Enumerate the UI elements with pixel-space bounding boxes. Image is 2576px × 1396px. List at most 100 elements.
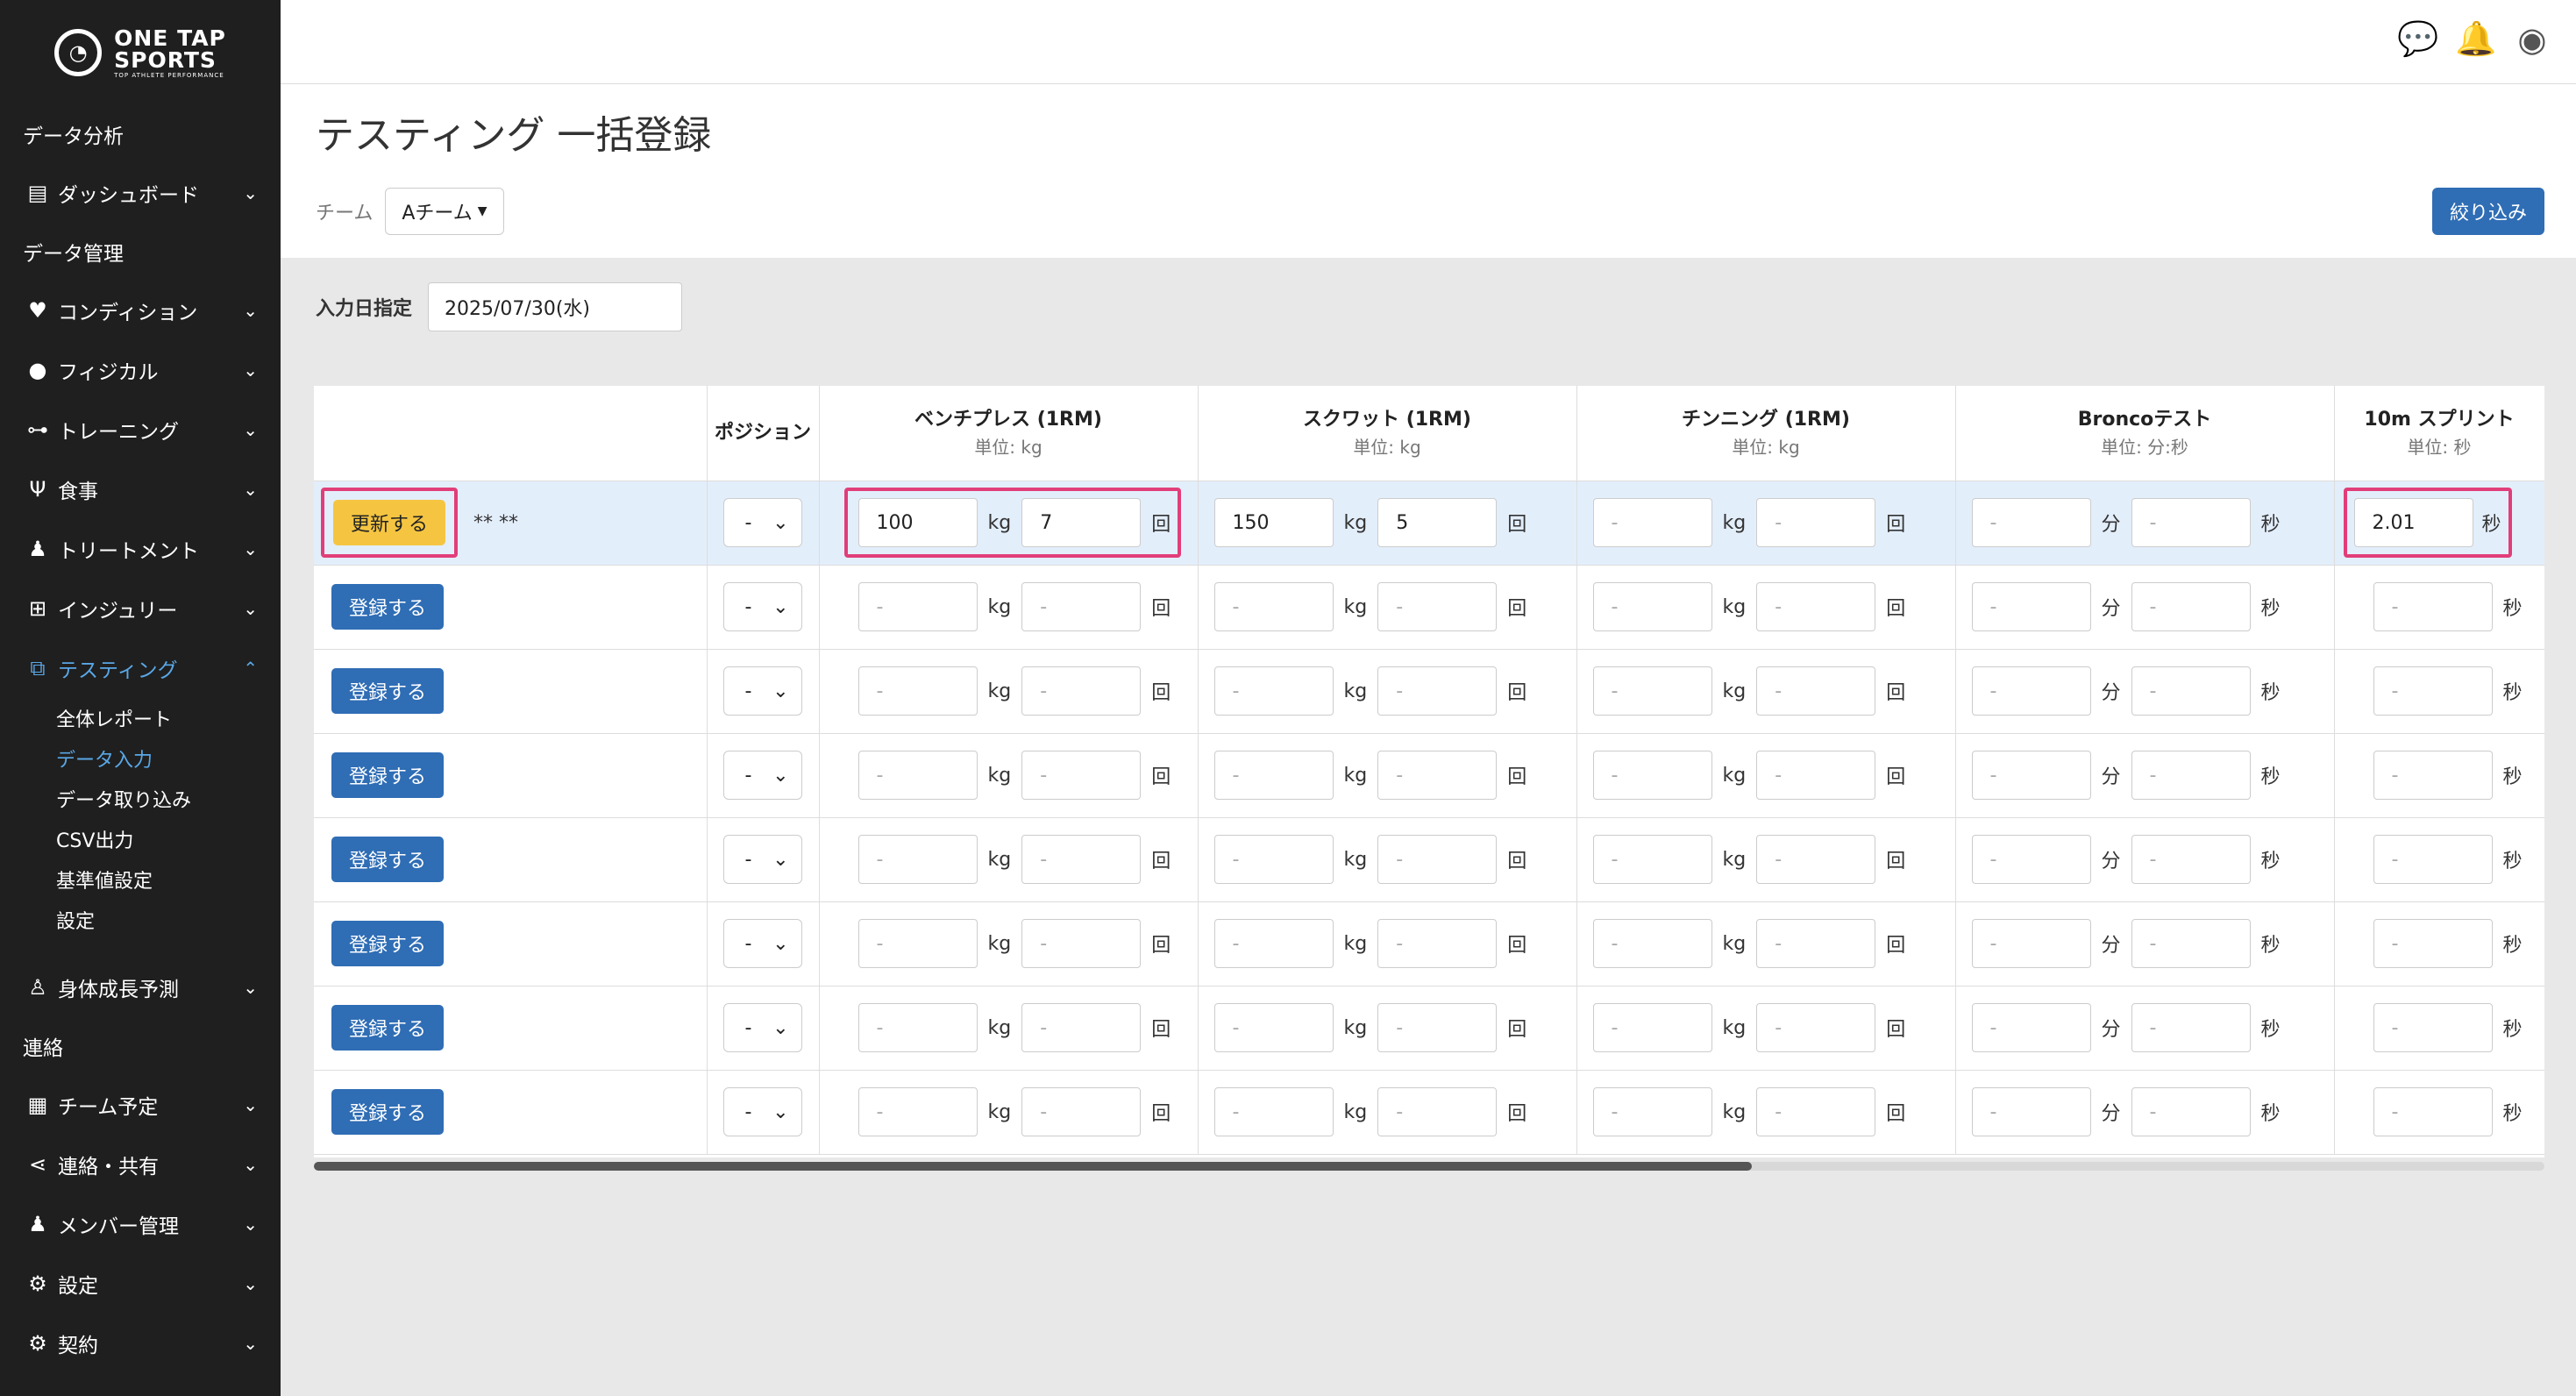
sidebar-subitem-data-entry[interactable]: データ入力 (0, 738, 281, 779)
chat-icon[interactable]: 💬 (2397, 19, 2438, 59)
sidebar-item-contact-share[interactable]: ⋖ 連絡・共有 ⌄ (0, 1135, 281, 1194)
bronco-min-input[interactable]: - (1971, 919, 2091, 968)
sprint-sec-input[interactable]: - (2373, 1003, 2493, 1052)
register-button[interactable]: 登録する (331, 837, 445, 882)
sidebar-item-dashboard[interactable]: ▤ ダッシュボード ⌄ (0, 163, 281, 223)
sprint-sec-input[interactable]: - (2373, 919, 2493, 968)
bronco-min-input[interactable]: - (1971, 498, 2091, 547)
chinning-kg-input[interactable]: - (1592, 919, 1712, 968)
squat-kg-input[interactable]: 150 (1213, 498, 1334, 547)
sprint-sec-input[interactable]: - (2373, 835, 2493, 884)
sidebar-subitem-csv-export[interactable]: CSV出力 (0, 819, 281, 859)
bronco-sec-input[interactable]: - (2131, 498, 2251, 547)
chinning-kg-input[interactable]: - (1592, 1087, 1712, 1136)
squat-reps-input[interactable]: - (1377, 582, 1498, 631)
sidebar-item-treatment[interactable]: ♟ トリートメント ⌄ (0, 519, 281, 579)
bell-icon[interactable]: 🔔 (2455, 19, 2496, 59)
sidebar-subitem-baseline-settings[interactable]: 基準値設定 (0, 859, 281, 900)
sidebar-item-settings[interactable]: ⚙ 設定 ⌄ (0, 1254, 281, 1314)
sidebar-item-growth[interactable]: ♙ 身体成長予測 ⌄ (0, 958, 281, 1017)
bronco-sec-input[interactable]: - (2131, 582, 2251, 631)
chinning-reps-input[interactable]: - (1756, 751, 1876, 800)
position-select[interactable]: - ⌄ (722, 751, 802, 800)
squat-reps-input[interactable]: - (1377, 835, 1498, 884)
scrollbar-thumb[interactable] (314, 1162, 1752, 1171)
bronco-min-input[interactable]: - (1971, 835, 2091, 884)
bench-kg-input[interactable]: - (857, 751, 978, 800)
chinning-reps-input[interactable]: - (1756, 1003, 1876, 1052)
chinning-reps-input[interactable]: - (1756, 835, 1876, 884)
bench-kg-input[interactable]: - (857, 835, 978, 884)
sprint-sec-input[interactable]: - (2373, 751, 2493, 800)
bench-reps-input[interactable]: 7 (1021, 498, 1142, 547)
chinning-kg-input[interactable]: - (1592, 835, 1712, 884)
squat-reps-input[interactable]: - (1377, 666, 1498, 716)
chinning-reps-input[interactable]: - (1756, 498, 1876, 547)
sidebar-item-training[interactable]: ⊶ トレーニング ⌄ (0, 400, 281, 459)
bench-kg-input[interactable]: - (857, 582, 978, 631)
bronco-sec-input[interactable]: - (2131, 1087, 2251, 1136)
bench-reps-input[interactable]: - (1021, 751, 1142, 800)
bench-reps-input[interactable]: - (1021, 1003, 1142, 1052)
bronco-min-input[interactable]: - (1971, 666, 2091, 716)
bronco-min-input[interactable]: - (1971, 582, 2091, 631)
register-button[interactable]: 登録する (331, 1005, 445, 1051)
sidebar-item-condition[interactable]: ♥ コンディション ⌄ (0, 281, 281, 340)
squat-reps-input[interactable]: 5 (1377, 498, 1498, 547)
chinning-kg-input[interactable]: - (1592, 498, 1712, 547)
register-button[interactable]: 登録する (331, 921, 445, 966)
sidebar-item-testing[interactable]: ⧉ テスティング ⌃ (0, 638, 281, 698)
position-select[interactable]: - ⌄ (722, 835, 802, 884)
bronco-sec-input[interactable]: - (2131, 666, 2251, 716)
bench-kg-input[interactable]: - (857, 1003, 978, 1052)
chinning-kg-input[interactable]: - (1592, 1003, 1712, 1052)
bench-reps-input[interactable]: - (1021, 1087, 1142, 1136)
bench-reps-input[interactable]: - (1021, 919, 1142, 968)
bench-kg-input[interactable]: 100 (857, 498, 978, 547)
sprint-sec-input[interactable]: - (2373, 666, 2493, 716)
squat-kg-input[interactable]: - (1213, 666, 1334, 716)
bronco-min-input[interactable]: - (1971, 1003, 2091, 1052)
squat-kg-input[interactable]: - (1213, 751, 1334, 800)
sprint-sec-input[interactable]: - (2373, 582, 2493, 631)
squat-kg-input[interactable]: - (1213, 835, 1334, 884)
sidebar-item-team-schedule[interactable]: ▦ チーム予定 ⌄ (0, 1075, 281, 1135)
horizontal-scrollbar[interactable] (314, 1162, 2544, 1171)
position-select[interactable]: - ⌄ (722, 666, 802, 716)
update-button[interactable]: 更新する (333, 500, 446, 545)
chinning-reps-input[interactable]: - (1756, 919, 1876, 968)
bronco-sec-input[interactable]: - (2131, 919, 2251, 968)
position-select[interactable]: - ⌄ (722, 582, 802, 631)
squat-kg-input[interactable]: - (1213, 919, 1334, 968)
position-select[interactable]: - ⌄ (722, 498, 802, 547)
bench-reps-input[interactable]: - (1021, 582, 1142, 631)
position-select[interactable]: - ⌄ (722, 919, 802, 968)
chinning-reps-input[interactable]: - (1756, 1087, 1876, 1136)
chinning-reps-input[interactable]: - (1756, 582, 1876, 631)
squat-reps-input[interactable]: - (1377, 751, 1498, 800)
squat-reps-input[interactable]: - (1377, 1087, 1498, 1136)
chinning-kg-input[interactable]: - (1592, 751, 1712, 800)
bench-kg-input[interactable]: - (857, 919, 978, 968)
position-select[interactable]: - ⌄ (722, 1087, 802, 1136)
squat-reps-input[interactable]: - (1377, 1003, 1498, 1052)
chinning-kg-input[interactable]: - (1592, 582, 1712, 631)
squat-reps-input[interactable]: - (1377, 919, 1498, 968)
team-dropdown[interactable]: Aチーム ▼ (385, 188, 504, 235)
bench-reps-input[interactable]: - (1021, 666, 1142, 716)
squat-kg-input[interactable]: - (1213, 1003, 1334, 1052)
app-logo[interactable]: ◔ ONE TAP SPORTS TOP ATHLETE PERFORMANCE (0, 0, 281, 105)
user-account-icon[interactable]: ◉ (2513, 20, 2551, 59)
bench-reps-input[interactable]: - (1021, 835, 1142, 884)
bench-kg-input[interactable]: - (857, 666, 978, 716)
sidebar-subitem-overall-report[interactable]: 全体レポート (0, 698, 281, 738)
sidebar-item-meal[interactable]: Ψ 食事 ⌄ (0, 459, 281, 519)
chinning-reps-input[interactable]: - (1756, 666, 1876, 716)
sidebar-subitem-testing-settings[interactable]: 設定 (0, 900, 281, 940)
register-button[interactable]: 登録する (331, 584, 445, 630)
bronco-sec-input[interactable]: - (2131, 751, 2251, 800)
squat-kg-input[interactable]: - (1213, 1087, 1334, 1136)
register-button[interactable]: 登録する (331, 1089, 445, 1135)
bronco-sec-input[interactable]: - (2131, 835, 2251, 884)
chinning-kg-input[interactable]: - (1592, 666, 1712, 716)
